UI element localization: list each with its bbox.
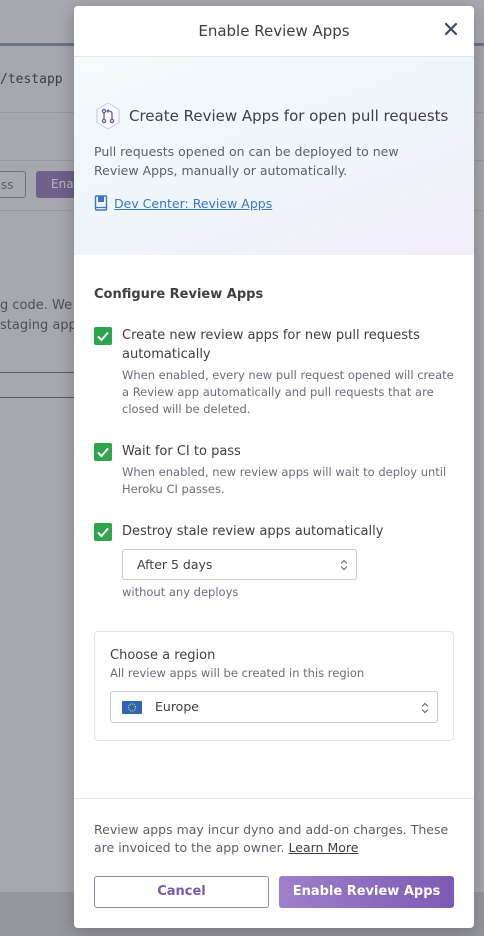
hero-panel: Create Review Apps for open pull request… — [74, 57, 474, 255]
enable-review-apps-button[interactable]: Enable Review Apps — [279, 876, 454, 908]
charges-note: Review apps may incur dyno and add-on ch… — [94, 821, 454, 857]
option-description: When enabled, every new pull request ope… — [122, 368, 454, 416]
destroy-stale-checkbox[interactable] — [94, 523, 112, 541]
dev-center-review-apps-link[interactable]: Dev Center: Review Apps — [114, 196, 272, 211]
region-subtitle: All review apps will be created in this … — [110, 666, 365, 680]
modal-title: Enable Review Apps — [198, 22, 350, 40]
book-icon — [94, 195, 108, 211]
configure-section: Configure Review Apps Create new review … — [74, 255, 474, 599]
modal-header: Enable Review Apps — [74, 6, 474, 57]
footer-buttons: Cancel Enable Review Apps — [94, 876, 454, 908]
hero-title: Create Review Apps for open pull request… — [129, 107, 449, 125]
hero-description: Pull requests opened on can be deployed … — [94, 144, 399, 178]
checkmark-icon — [97, 527, 109, 538]
charges-note-text: Review apps may incur dyno and add-on ch… — [94, 822, 449, 855]
modal-footer: Review apps may incur dyno and add-on ch… — [74, 798, 474, 928]
option-label: Create new review apps for new pull requ… — [122, 328, 420, 362]
sort-arrows-icon — [340, 559, 348, 571]
configure-title: Configure Review Apps — [94, 287, 264, 302]
auto-create-checkbox[interactable] — [94, 327, 112, 345]
cancel-button[interactable]: Cancel — [94, 876, 269, 908]
region-panel: Choose a region All review apps will be … — [94, 631, 454, 741]
sort-arrows-icon — [421, 702, 429, 714]
enable-review-apps-modal: Enable Review Apps Create Review Apps fo… — [74, 6, 474, 928]
region-title: Choose a region — [110, 648, 216, 663]
dev-center-link-row: Dev Center: Review Apps — [94, 195, 454, 211]
hero-title-row: Create Review Apps for open pull request… — [94, 101, 454, 131]
region-value: Europe — [155, 699, 199, 714]
region-select[interactable]: Europe — [110, 691, 438, 723]
stale-period-note: without any deploys — [122, 585, 239, 599]
option-wait-for-ci: Wait for CI to pass When enabled, new re… — [94, 442, 454, 498]
stale-period-value: After 5 days — [137, 557, 213, 572]
option-auto-create: Create new review apps for new pull requ… — [94, 326, 454, 418]
checkmark-icon — [97, 331, 109, 342]
option-label: Wait for CI to pass — [122, 444, 241, 459]
option-label: Destroy stale review apps automatically — [122, 524, 384, 539]
close-icon[interactable] — [442, 20, 460, 38]
option-destroy-stale: Destroy stale review apps automatically … — [94, 522, 454, 599]
options-list: Create new review apps for new pull requ… — [94, 326, 454, 599]
eu-flag-icon — [122, 701, 142, 714]
checkmark-icon — [97, 447, 109, 458]
pull-request-icon — [96, 102, 120, 130]
stale-period-select[interactable]: After 5 days — [122, 549, 357, 580]
learn-more-link[interactable]: Learn More — [289, 840, 359, 855]
option-description: When enabled, new review apps will wait … — [122, 465, 447, 496]
wait-for-ci-checkbox[interactable] — [94, 443, 112, 461]
